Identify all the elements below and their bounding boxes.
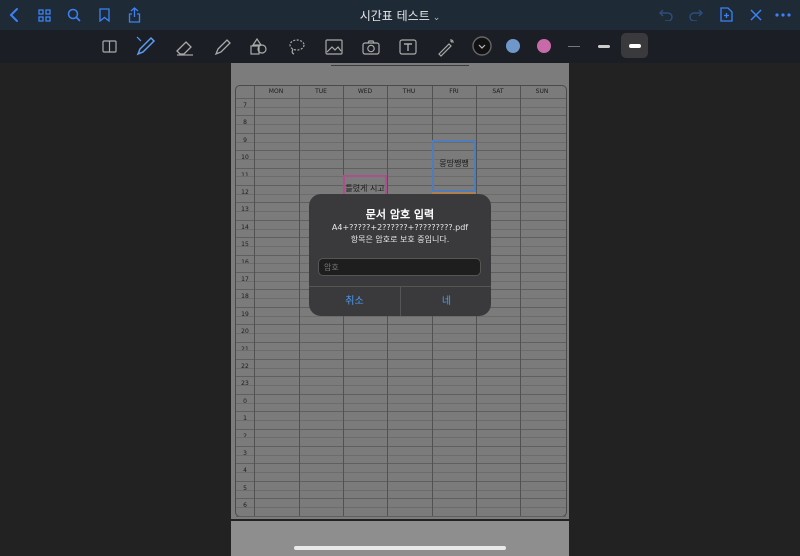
chevron-down-icon: ⌄ — [432, 13, 441, 23]
next-page-preview — [231, 521, 569, 556]
camera-icon[interactable] — [360, 36, 382, 58]
highlighter-icon[interactable] — [212, 36, 234, 58]
color-picker-button[interactable] — [471, 35, 493, 57]
password-dialog: 문서 암호 입력 A4+?????+2??????+?????????.pdf … — [309, 194, 491, 316]
stroke-thick-button[interactable] — [621, 33, 648, 58]
document-title[interactable]: 시간표 테스트 ⌄ — [0, 7, 800, 24]
cancel-button[interactable]: 취소 — [309, 287, 400, 316]
color-swatch-pink[interactable] — [537, 39, 551, 53]
stroke-thick-line — [628, 43, 641, 48]
stroke-thin-button[interactable] — [564, 40, 584, 52]
image-icon[interactable] — [323, 36, 345, 58]
color-swatch-blue[interactable] — [506, 39, 520, 53]
more-icon[interactable] — [774, 9, 792, 21]
eraser-icon[interactable] — [174, 36, 196, 58]
dialog-message: 항목은 암호로 보호 중입니다. — [350, 235, 450, 244]
stroke-medium-line — [598, 44, 610, 48]
password-input[interactable] — [318, 258, 481, 276]
stroke-medium-button[interactable] — [594, 40, 614, 52]
pen-tool-icon[interactable] — [134, 34, 158, 58]
text-box-icon[interactable] — [397, 36, 419, 58]
home-indicator — [294, 546, 506, 550]
undo-icon[interactable] — [658, 7, 674, 23]
lasso-icon[interactable] — [286, 36, 308, 58]
read-only-mode-icon[interactable] — [100, 37, 118, 55]
add-page-icon[interactable] — [718, 6, 734, 23]
document-title-text: 시간표 테스트 — [359, 9, 430, 23]
stroke-thin-line — [568, 45, 580, 47]
redo-icon[interactable] — [688, 7, 704, 23]
confirm-button[interactable]: 네 — [401, 287, 491, 316]
dialog-title: 문서 암호 입력 — [365, 208, 435, 221]
top-bar: 시간표 테스트 ⌄ — [0, 0, 800, 30]
laser-pointer-icon[interactable] — [434, 35, 458, 59]
dialog-filename: A4+?????+2??????+?????????.pdf — [331, 223, 469, 232]
drawing-toolbar — [0, 30, 800, 63]
shapes-icon[interactable] — [248, 36, 270, 58]
close-icon[interactable] — [748, 7, 764, 23]
